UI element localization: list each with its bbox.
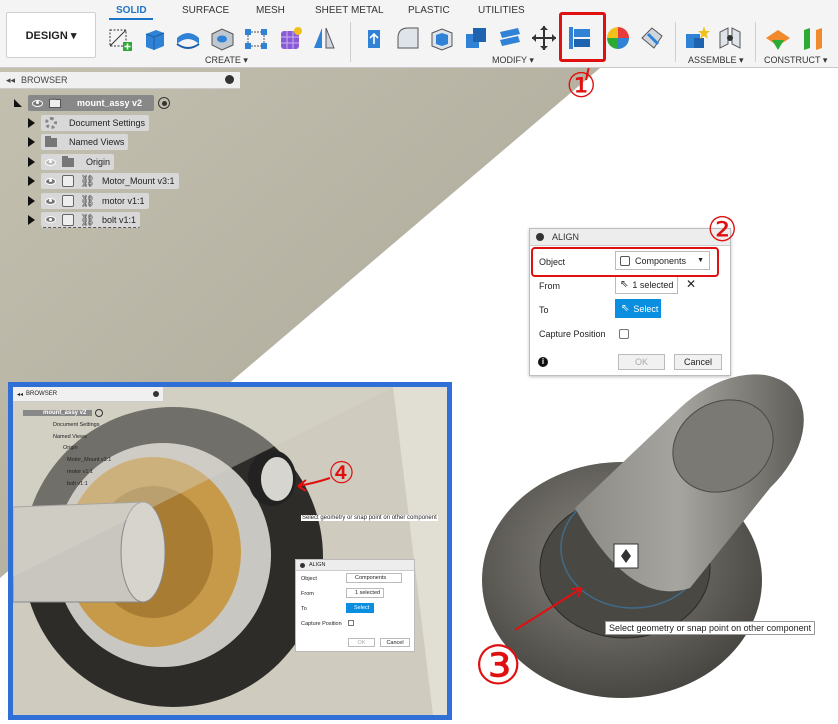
object-row-highlight [531, 247, 719, 277]
tab-mesh[interactable]: MESH [256, 5, 285, 16]
create-menu[interactable]: CREATE ▾ [205, 55, 248, 66]
browser-item[interactable]: ⛓ bolt v1:1 [28, 211, 141, 229]
hole-icon[interactable] [208, 24, 236, 52]
modify-menu[interactable]: MODIFY ▾ [492, 55, 534, 66]
tab-solid[interactable]: SOLID [116, 5, 147, 16]
assemble-menu[interactable]: ASSEMBLE ▾ [688, 55, 744, 66]
activate-radio-icon[interactable] [158, 97, 171, 109]
annotation-step-1: ① [566, 68, 597, 105]
browser-collapse-button[interactable] [225, 75, 234, 84]
construct-menu[interactable]: CONSTRUCT ▾ [764, 55, 827, 66]
annotation-step-4: ④ [328, 457, 355, 490]
revolve-icon[interactable] [174, 24, 202, 52]
press-pull-icon[interactable] [360, 24, 388, 52]
mirror-icon[interactable] [310, 24, 338, 52]
info-icon[interactable]: i [538, 357, 548, 367]
capture-position-checkbox[interactable] [619, 329, 629, 339]
visibility-eye-icon[interactable] [45, 197, 56, 205]
from-selection-button[interactable]: ⇖ 1 selected [615, 275, 678, 294]
toolbar: DESIGN ▾ SOLID SURFACE MESH SHEET METAL … [0, 0, 838, 68]
component-icon [62, 195, 74, 207]
browser-item[interactable]: Document Settings [28, 114, 150, 132]
visibility-eye-icon[interactable] [45, 177, 56, 185]
shell-icon[interactable] [428, 24, 456, 52]
expand-arrow-icon[interactable] [28, 118, 35, 128]
clear-selection-icon[interactable]: ✕ [686, 277, 696, 291]
align-tool-highlight [559, 12, 606, 62]
assembly-icon [49, 97, 61, 108]
tab-sheet-metal[interactable]: SHEET METAL [315, 5, 384, 16]
browser-header[interactable]: ◂◂ BROWSER [0, 72, 240, 89]
pattern-icon[interactable] [242, 24, 270, 52]
move-icon[interactable] [530, 24, 558, 52]
component-icon [62, 213, 74, 226]
inset-selection-tooltip: Select geometry or snap point on other c… [301, 515, 438, 521]
appearance-icon[interactable] [604, 24, 632, 52]
cursor-icon: ⇖ [621, 303, 630, 314]
link-icon: ⛓ [80, 174, 96, 188]
link-icon: ⛓ [80, 194, 96, 208]
to-label: To [539, 305, 549, 315]
inset-align-header: ALIGN [296, 560, 414, 571]
split-body-icon[interactable] [496, 24, 524, 52]
tab-utilities[interactable]: UTILITIES [478, 5, 525, 16]
toolbar-separator [755, 22, 756, 62]
extrude-icon[interactable] [140, 24, 168, 52]
design-workspace-button[interactable]: DESIGN ▾ [6, 12, 96, 58]
collapse-arrow-icon[interactable] [14, 99, 22, 107]
tab-plastic[interactable]: PLASTIC [408, 5, 450, 16]
form-icon[interactable] [276, 24, 304, 52]
inset-browser-root: mount_assy v2 [23, 407, 104, 418]
expand-arrow-icon[interactable] [28, 157, 35, 167]
tab-surface[interactable]: SURFACE [182, 5, 229, 16]
fillet-icon[interactable] [394, 24, 422, 52]
browser-item[interactable]: ⛓ Motor_Mount v3:1 [28, 172, 179, 190]
combine-icon[interactable] [462, 24, 490, 52]
selection-tooltip: Select geometry or snap point on other c… [605, 621, 816, 635]
annotation-step-2: ② [707, 211, 738, 249]
offset-plane-icon[interactable] [764, 24, 792, 52]
new-component-icon[interactable] [682, 24, 710, 52]
settings-gear-icon [45, 117, 57, 129]
expand-arrow-icon[interactable] [28, 137, 35, 147]
inset-browser-header: ◂◂ BROWSER [13, 387, 163, 402]
folder-icon [45, 135, 57, 147]
midplane-icon[interactable] [800, 24, 828, 52]
to-select-button[interactable]: ⇖ Select [615, 299, 661, 318]
browser-root-row[interactable]: mount_assy v2 [14, 94, 171, 112]
align-dialog-title: ALIGN [552, 232, 580, 242]
expand-arrow-icon[interactable] [28, 176, 35, 186]
ok-button[interactable]: OK [618, 354, 665, 370]
browser-title: BROWSER [21, 75, 68, 85]
browser-item[interactable]: ⛓ motor v1:1 [28, 192, 149, 210]
cursor-icon: ⇖ [620, 279, 629, 290]
toolbar-separator [675, 22, 676, 62]
link-icon: ⛓ [80, 212, 96, 227]
align-dialog-header[interactable]: ALIGN [530, 229, 730, 246]
cancel-button[interactable]: Cancel [674, 354, 722, 370]
visibility-eye-icon[interactable] [45, 216, 56, 223]
expand-arrow-icon[interactable] [28, 215, 35, 225]
inset-browser-list: Document Settings Named Views Origin Mot… [53, 422, 112, 487]
folder-icon [62, 155, 74, 167]
active-tab-indicator [109, 18, 153, 20]
inset-align-dialog: ALIGN Object Components From 1 selected … [295, 559, 415, 652]
browser-item[interactable]: Origin [28, 153, 115, 171]
visibility-eye-icon[interactable] [32, 99, 43, 107]
annotation-step-3: ③ [474, 636, 523, 696]
toolbar-separator [350, 22, 351, 62]
dialog-collapse-icon[interactable] [536, 233, 544, 241]
physical-material-icon[interactable] [638, 24, 666, 52]
sketch-icon[interactable] [106, 24, 134, 52]
browser-root-label: mount_assy v2 [77, 98, 143, 108]
browser-item[interactable]: Named Views [28, 133, 129, 151]
component-icon [62, 175, 74, 187]
expand-arrow-icon[interactable] [28, 196, 35, 206]
capture-position-label: Capture Position [539, 329, 606, 339]
joint-icon[interactable] [716, 24, 744, 52]
design-viewport[interactable]: ◂◂ BROWSER mount_assy v2 Document Settin… [0, 68, 838, 724]
hidden-eye-icon[interactable] [45, 158, 56, 166]
inset-screenshot: ◂◂ BROWSER mount_assy v2 Document Setting… [8, 382, 452, 720]
from-label: From [539, 281, 560, 291]
